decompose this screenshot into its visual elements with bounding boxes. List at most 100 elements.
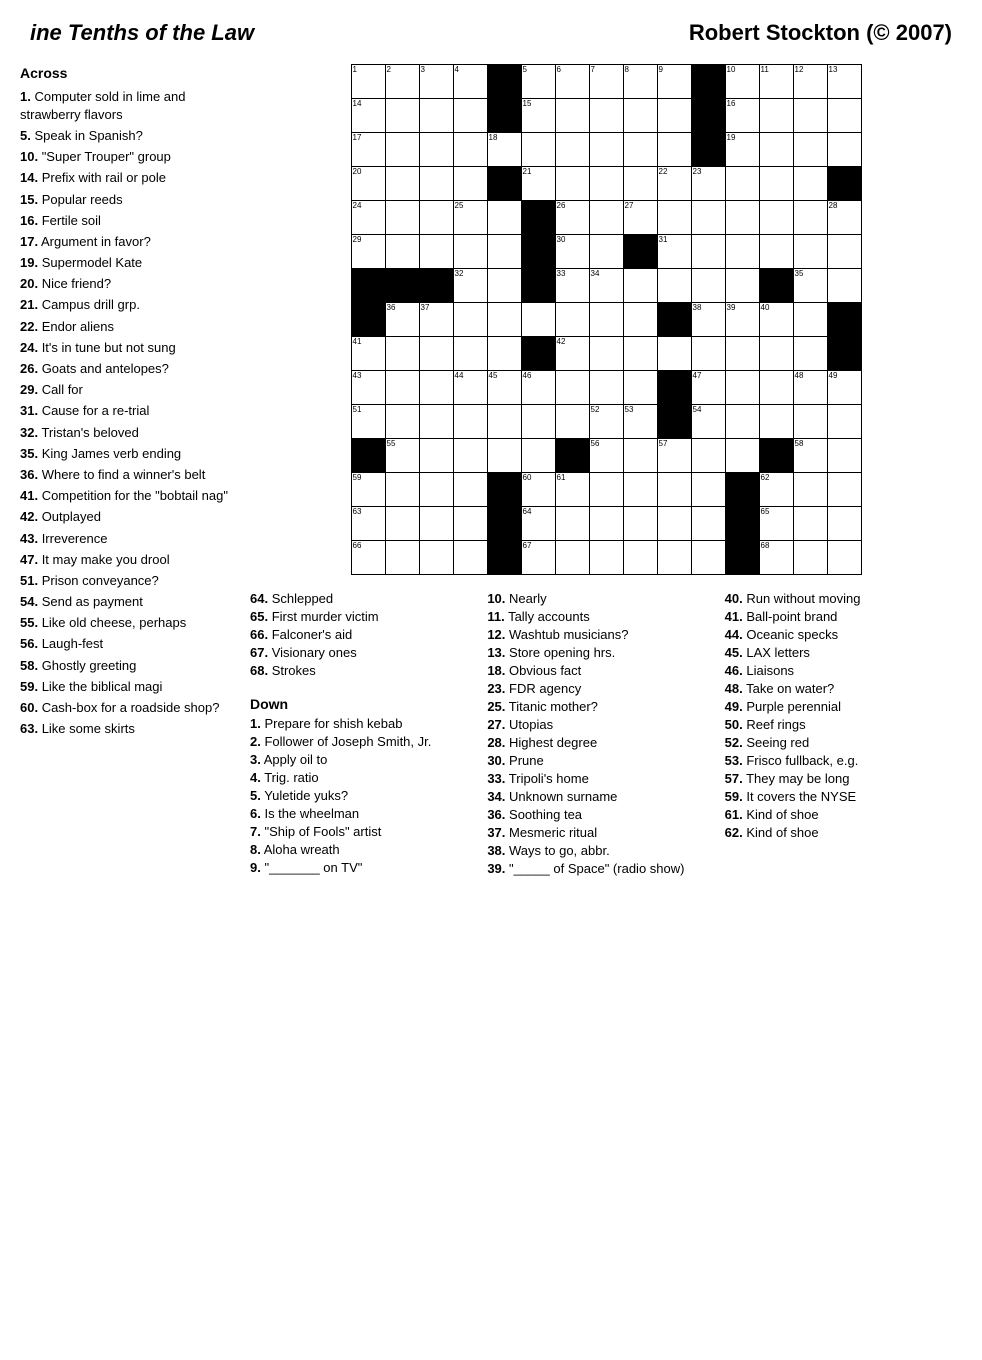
grid-cell[interactable] [453,167,487,201]
grid-cell[interactable]: 44 [453,371,487,405]
grid-cell[interactable] [385,507,419,541]
grid-cell[interactable]: 47 [691,371,725,405]
grid-cell[interactable]: 7 [589,65,623,99]
grid-cell[interactable]: 64 [521,507,555,541]
grid-cell[interactable]: 18 [487,133,521,167]
grid-cell[interactable]: 52 [589,405,623,439]
grid-cell[interactable]: 37 [419,303,453,337]
grid-cell[interactable] [793,133,827,167]
grid-cell[interactable]: 42 [555,337,589,371]
grid-cell[interactable] [691,201,725,235]
grid-cell[interactable] [453,507,487,541]
grid-cell[interactable] [827,269,861,303]
grid-cell[interactable] [385,201,419,235]
grid-cell[interactable] [419,405,453,439]
grid-cell[interactable] [725,405,759,439]
grid-cell[interactable] [657,269,691,303]
grid-cell[interactable]: 21 [521,167,555,201]
grid-cell[interactable] [589,235,623,269]
grid-cell[interactable] [521,133,555,167]
grid-cell[interactable]: 9 [657,65,691,99]
grid-cell[interactable] [419,473,453,507]
grid-cell[interactable] [589,303,623,337]
grid-cell[interactable]: 32 [453,269,487,303]
grid-cell[interactable] [793,541,827,575]
grid-cell[interactable] [793,167,827,201]
grid-cell[interactable]: 51 [351,405,385,439]
grid-cell[interactable]: 61 [555,473,589,507]
grid-cell[interactable] [419,235,453,269]
grid-cell[interactable] [793,337,827,371]
grid-cell[interactable] [487,269,521,303]
grid-cell[interactable] [759,201,793,235]
grid-cell[interactable] [419,507,453,541]
grid-cell[interactable]: 41 [351,337,385,371]
grid-cell[interactable] [453,133,487,167]
grid-cell[interactable] [827,99,861,133]
grid-cell[interactable] [759,167,793,201]
grid-cell[interactable]: 19 [725,133,759,167]
grid-cell[interactable] [725,235,759,269]
grid-cell[interactable]: 34 [589,269,623,303]
grid-cell[interactable] [453,235,487,269]
grid-cell[interactable]: 12 [793,65,827,99]
grid-cell[interactable] [657,201,691,235]
grid-cell[interactable] [555,507,589,541]
grid-cell[interactable] [793,303,827,337]
grid-cell[interactable]: 16 [725,99,759,133]
grid-cell[interactable] [589,371,623,405]
grid-cell[interactable] [623,167,657,201]
grid-cell[interactable]: 29 [351,235,385,269]
grid-cell[interactable]: 48 [793,371,827,405]
grid-cell[interactable]: 6 [555,65,589,99]
grid-cell[interactable] [589,541,623,575]
grid-cell[interactable] [385,541,419,575]
grid-cell[interactable] [759,371,793,405]
grid-cell[interactable] [453,473,487,507]
grid-cell[interactable]: 10 [725,65,759,99]
grid-cell[interactable]: 22 [657,167,691,201]
grid-cell[interactable] [623,473,657,507]
grid-cell[interactable]: 46 [521,371,555,405]
grid-cell[interactable] [759,405,793,439]
grid-cell[interactable] [419,167,453,201]
grid-cell[interactable] [793,473,827,507]
grid-cell[interactable] [657,337,691,371]
grid-cell[interactable] [487,405,521,439]
grid-cell[interactable]: 66 [351,541,385,575]
grid-cell[interactable]: 2 [385,65,419,99]
grid-cell[interactable] [453,541,487,575]
grid-cell[interactable] [725,167,759,201]
grid-cell[interactable]: 11 [759,65,793,99]
grid-cell[interactable]: 35 [793,269,827,303]
grid-cell[interactable]: 26 [555,201,589,235]
grid-cell[interactable] [691,269,725,303]
grid-cell[interactable] [589,337,623,371]
grid-cell[interactable]: 49 [827,371,861,405]
grid-cell[interactable] [453,303,487,337]
grid-cell[interactable] [759,99,793,133]
grid-cell[interactable] [691,541,725,575]
grid-cell[interactable] [589,473,623,507]
grid-cell[interactable] [555,405,589,439]
grid-cell[interactable] [555,133,589,167]
grid-cell[interactable]: 40 [759,303,793,337]
grid-cell[interactable] [487,201,521,235]
grid-cell[interactable]: 45 [487,371,521,405]
grid-cell[interactable]: 30 [555,235,589,269]
grid-cell[interactable]: 57 [657,439,691,473]
grid-cell[interactable]: 4 [453,65,487,99]
grid-cell[interactable] [691,337,725,371]
grid-cell[interactable] [793,507,827,541]
grid-cell[interactable]: 56 [589,439,623,473]
grid-cell[interactable] [385,337,419,371]
grid-cell[interactable] [385,371,419,405]
grid-cell[interactable] [385,405,419,439]
grid-cell[interactable] [793,201,827,235]
grid-cell[interactable] [827,235,861,269]
grid-cell[interactable]: 38 [691,303,725,337]
grid-cell[interactable]: 58 [793,439,827,473]
grid-cell[interactable] [385,167,419,201]
grid-cell[interactable] [487,235,521,269]
grid-cell[interactable]: 55 [385,439,419,473]
